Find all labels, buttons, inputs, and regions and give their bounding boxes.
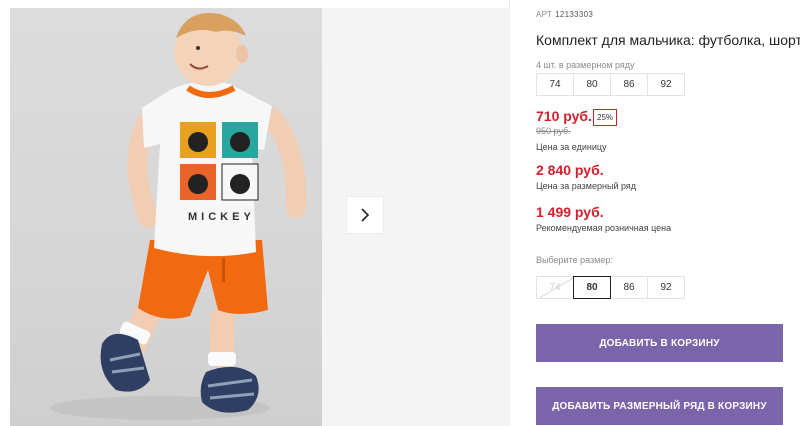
article-value: 12133303 <box>555 10 594 19</box>
pack-size-item: 80 <box>573 73 611 96</box>
discount-badge: 25% <box>593 109 618 126</box>
retail-price: 1 499 руб. <box>536 204 604 220</box>
unit-price-caption: Цена за единицу <box>536 142 607 152</box>
retail-price-caption: Рекомендуемая розничная цена <box>536 223 672 233</box>
pack-size-item: 74 <box>536 73 574 96</box>
article-label: АРТ <box>536 10 553 19</box>
pack-price: 2 840 руб. <box>536 162 604 178</box>
product-gallery: MICKEY <box>0 0 510 426</box>
unit-price: 710 руб. <box>536 108 592 124</box>
choose-size-label: Выберите размер: <box>536 255 613 265</box>
pack-size-label: 4 шт. в размерном ряду <box>536 60 635 70</box>
product-info-panel: АРТ 12133303 Комплект для мальчика: футбо… <box>536 0 800 426</box>
add-to-cart-button[interactable]: Добавить в корзину <box>536 324 783 362</box>
size-selector: 74 80 86 92 <box>536 276 685 299</box>
size-option-92[interactable]: 92 <box>647 276 685 299</box>
chevron-right-icon <box>361 208 370 222</box>
pack-price-caption: Цена за размерный ряд <box>536 181 637 191</box>
gallery-next-button[interactable] <box>346 196 384 234</box>
add-pack-to-cart-button[interactable]: Добавить размерный ряд в корзину <box>536 387 783 425</box>
pack-size-item: 92 <box>647 73 685 96</box>
article-number: АРТ 12133303 <box>536 10 593 19</box>
product-photo[interactable]: MICKEY <box>10 8 322 426</box>
shirt-print-text: MICKEY <box>188 211 255 223</box>
pack-size-item: 86 <box>610 73 648 96</box>
pack-size-list: 74 80 86 92 <box>536 73 685 96</box>
old-price: 950 руб. <box>536 126 571 136</box>
child-illustration: MICKEY <box>50 13 307 420</box>
size-option-80[interactable]: 80 <box>573 276 611 299</box>
size-option-74: 74 <box>536 276 574 299</box>
product-title: Комплект для мальчика: футболка, шорты <box>536 32 800 48</box>
size-option-86[interactable]: 86 <box>610 276 648 299</box>
